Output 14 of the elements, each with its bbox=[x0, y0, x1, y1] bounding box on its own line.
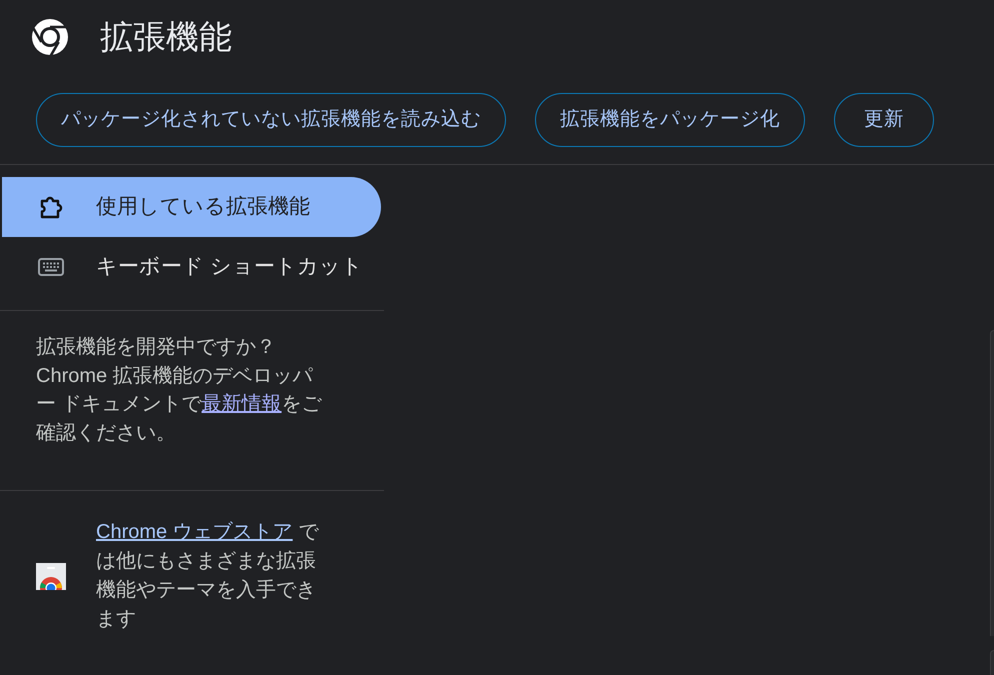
puzzle-piece-icon bbox=[38, 194, 64, 220]
sidebar-item[interactable]: 使用している拡張機能 bbox=[2, 177, 381, 237]
latest-info-link[interactable]: 最新情報 bbox=[202, 393, 282, 415]
web-store-icon bbox=[36, 562, 66, 590]
developer-note-text: 拡張機能を開発中ですか？Chrome 拡張機能のデベロッパー ドキュメントで最新情報をご確認ください。 bbox=[36, 335, 323, 446]
toolbar-button[interactable]: パッケージ化されていない拡張機能を読み込む bbox=[36, 93, 506, 147]
web-store-link[interactable]: Chrome ウェブストア bbox=[96, 521, 293, 543]
web-store-promo-text: Chrome ウェブストア では他にもさまざまな拡張機能やテーマを入手できます bbox=[96, 520, 320, 632]
keyboard-icon bbox=[38, 258, 64, 276]
page-title: 拡張機能 bbox=[100, 17, 232, 57]
toolbar-button[interactable]: 拡張機能をパッケージ化 bbox=[535, 93, 805, 147]
sidebar-item[interactable]: キーボード ショートカット bbox=[2, 237, 381, 297]
chrome-logo-icon bbox=[32, 19, 68, 55]
toolbar-button[interactable]: 更新 bbox=[834, 93, 934, 147]
